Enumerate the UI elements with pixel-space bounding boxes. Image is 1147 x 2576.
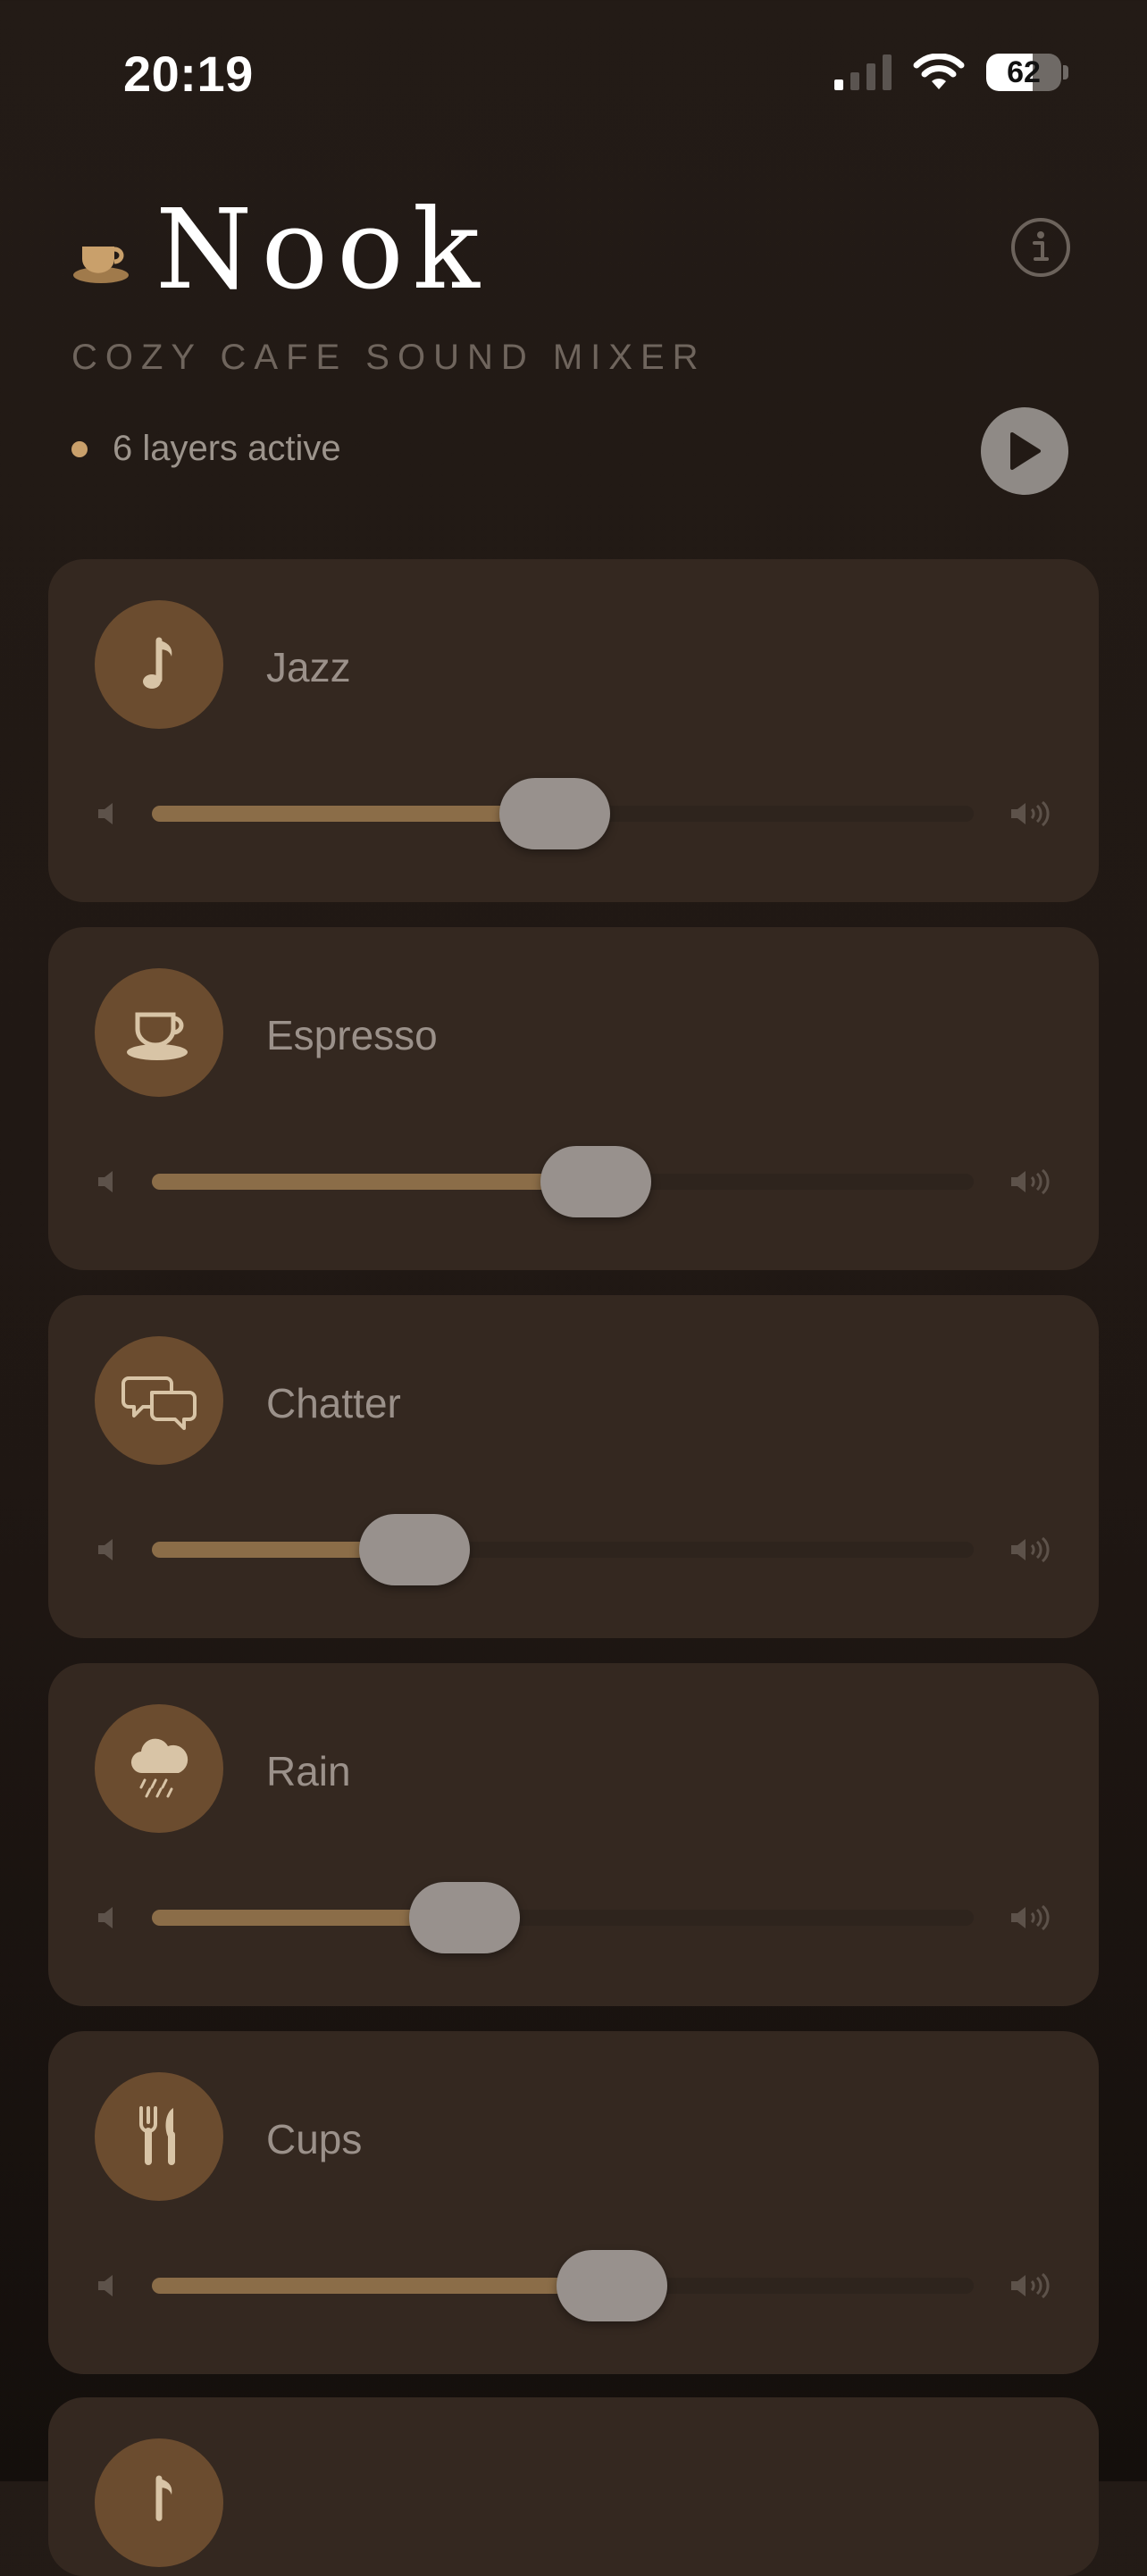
volume-slider[interactable] <box>152 1514 974 1585</box>
sound-card-jazz: Jazz <box>48 559 1099 902</box>
sound-name: Cups <box>266 2116 363 2162</box>
active-layers-status: 6 layers active <box>71 429 341 469</box>
app-subtitle: COZY CAFE SOUND MIXER <box>71 338 707 377</box>
sound-icon-badge[interactable] <box>95 1336 223 1465</box>
sound-card-rain: Rain <box>48 1663 1099 2006</box>
volume-high-icon <box>1011 1168 1050 1195</box>
volume-slider-thumb[interactable] <box>359 1514 471 1585</box>
play-button[interactable] <box>981 407 1068 495</box>
status-icons: 62 <box>834 54 1068 91</box>
volume-slider-fill <box>152 1174 596 1190</box>
volume-low-icon <box>98 1171 113 1192</box>
sound-card-cups: Cups <box>48 2031 1099 2374</box>
volume-slider-thumb[interactable] <box>540 1146 651 1217</box>
sound-icon-badge[interactable] <box>95 600 223 729</box>
play-icon <box>1010 432 1041 470</box>
sound-card-chatter: Chatter <box>48 1295 1099 1638</box>
volume-low-icon <box>98 1539 113 1560</box>
active-indicator-dot <box>71 440 88 457</box>
volume-slider-thumb[interactable] <box>557 2250 668 2321</box>
cellular-signal-icon <box>834 54 892 90</box>
status-time: 20:19 <box>123 46 254 102</box>
volume-slider[interactable] <box>152 1882 974 1953</box>
coffee-cup-icon <box>127 1012 188 1060</box>
sound-card-list: Jazz Espresso Chatter Rain Cups <box>48 559 1099 2399</box>
volume-low-icon <box>98 803 113 824</box>
volume-slider-thumb[interactable] <box>408 1882 520 1953</box>
sound-icon-badge[interactable] <box>95 968 223 1097</box>
fork-knife-icon <box>139 2106 175 2165</box>
volume-slider[interactable] <box>152 1146 974 1217</box>
sound-card-partial <box>48 2397 1099 2576</box>
battery-level: 62 <box>1007 54 1041 89</box>
volume-low-icon <box>98 2275 113 2296</box>
sound-icon-badge[interactable] <box>95 2438 223 2567</box>
wifi-icon <box>913 54 965 89</box>
sound-name: Chatter <box>266 1380 401 1426</box>
sound-icon-badge[interactable] <box>95 1704 223 1833</box>
volume-slider-fill <box>152 806 555 822</box>
sound-name: Espresso <box>266 1012 438 1058</box>
volume-high-icon <box>1011 800 1050 827</box>
volume-high-icon <box>1011 1536 1050 1563</box>
volume-low-icon <box>98 1907 113 1928</box>
volume-high-icon <box>1011 1904 1050 1931</box>
volume-high-icon <box>1011 2272 1050 2299</box>
app-title: Nook <box>155 186 489 314</box>
battery-cap <box>1063 65 1068 79</box>
active-layers-label: 6 layers active <box>113 429 341 468</box>
music-note-icon <box>143 637 172 689</box>
volume-slider[interactable] <box>152 2250 974 2321</box>
info-button[interactable] <box>1011 218 1070 277</box>
volume-slider-fill <box>152 2278 613 2294</box>
sound-name: Rain <box>266 1748 351 1794</box>
sound-icon-badge[interactable] <box>95 2072 223 2201</box>
sound-card-espresso: Espresso <box>48 927 1099 1270</box>
info-icon <box>1033 231 1049 261</box>
volume-slider[interactable] <box>152 778 974 849</box>
coffee-cup-logo-icon <box>73 247 129 283</box>
battery-indicator: 62 <box>986 54 1061 91</box>
rain-cloud-icon <box>130 1738 188 1798</box>
chat-bubbles-icon <box>121 1376 197 1430</box>
status-bar: 20:19 62 <box>0 0 1147 152</box>
sound-name: Jazz <box>266 644 351 690</box>
volume-slider-thumb[interactable] <box>498 778 610 849</box>
